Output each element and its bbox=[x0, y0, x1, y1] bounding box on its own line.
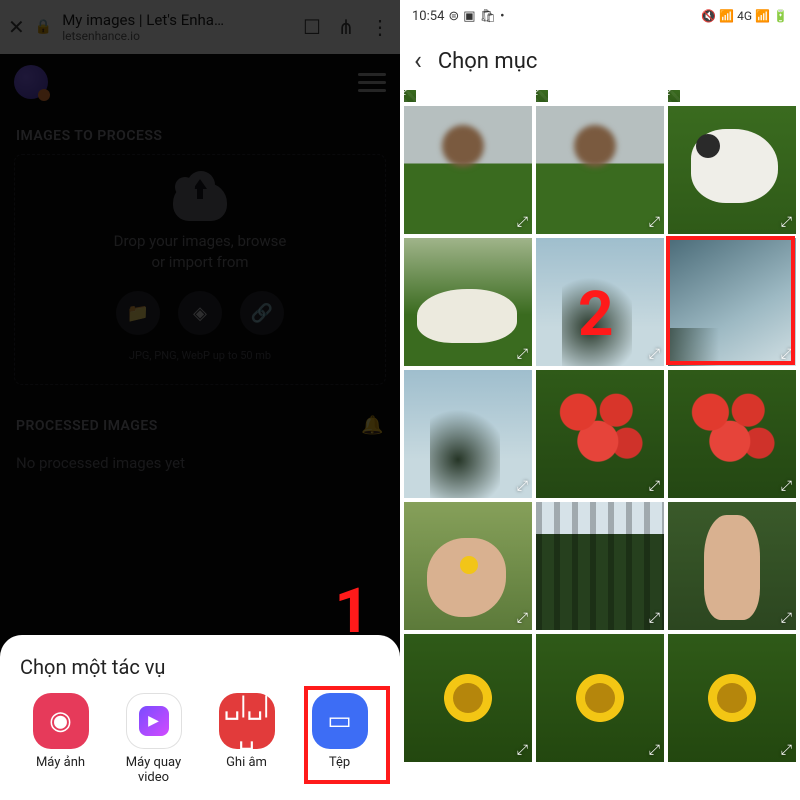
photo-thumb[interactable]: ⤢ bbox=[536, 106, 664, 234]
browser-url-bar: ✕ 🔒 My images | Let's Enha… letsenhance.… bbox=[0, 0, 400, 54]
kebab-menu-icon[interactable]: ⋮ bbox=[368, 15, 392, 39]
photo-thumb[interactable]: ⤢ bbox=[536, 502, 664, 630]
annotation-callout-2: 2 bbox=[578, 278, 614, 351]
picker-title: Chọn mục bbox=[438, 49, 538, 74]
photo-thumb[interactable]: ⤢ bbox=[404, 238, 532, 366]
expand-icon: ⤢ bbox=[404, 90, 412, 98]
expand-icon: ⤢ bbox=[668, 90, 676, 98]
task-chooser-sheet: Chọn một tác vụ ◉ Máy ảnh ▶ Máy quay vid… bbox=[0, 635, 400, 800]
dropzone[interactable]: Drop your images, browse or import from … bbox=[14, 154, 386, 385]
sheet-item-files[interactable]: ▭ Tệp bbox=[293, 693, 386, 786]
expand-icon: ⤢ bbox=[649, 742, 660, 758]
status-time: 10:54 bbox=[412, 9, 444, 24]
sheet-item-audio[interactable]: ␣|␣|␣ Ghi âm bbox=[200, 693, 293, 786]
bookmark-icon[interactable]: ☐ bbox=[300, 15, 324, 39]
section-processed-title: PROCESSED IMAGES bbox=[16, 418, 158, 434]
status-more-icon: • bbox=[500, 9, 504, 24]
expand-icon: ⤢ bbox=[649, 610, 660, 626]
signal-icon: 📶 bbox=[755, 9, 770, 23]
expand-icon: ⤢ bbox=[536, 90, 544, 98]
photo-thumb[interactable]: ⤢ bbox=[536, 90, 548, 102]
url-block[interactable]: My images | Let's Enha… letsenhance.io bbox=[62, 11, 290, 43]
photo-thumb[interactable]: ⤢ bbox=[668, 634, 796, 762]
bell-icon[interactable]: 🔔 bbox=[361, 415, 384, 436]
dropzone-hint: JPG, PNG, WebP up to 50 mb bbox=[25, 349, 375, 362]
right-screenshot: 10:54 ⊜ ▣ 🛍 • 🔇 📶 4G 📶 🔋 ‹ Chọn mục ⤢ ⤢ … bbox=[400, 0, 800, 800]
import-sources: 📁 ◈ 🔗 bbox=[25, 291, 375, 335]
expand-icon: ⤢ bbox=[517, 610, 528, 626]
photo-thumb[interactable]: ⤢ bbox=[668, 502, 796, 630]
photo-thumb[interactable]: ⤢ bbox=[536, 634, 664, 762]
back-icon[interactable]: ‹ bbox=[414, 46, 422, 76]
photo-thumb[interactable]: ⤢ bbox=[404, 370, 532, 498]
expand-icon: ⤢ bbox=[517, 742, 528, 758]
picker-header: ‹ Chọn mục bbox=[400, 32, 800, 90]
status-indicator-icon: 🛍 bbox=[480, 9, 497, 24]
photo-thumb[interactable]: ⤢ bbox=[668, 106, 796, 234]
photo-thumb[interactable]: ⤢ bbox=[404, 106, 532, 234]
expand-icon: ⤢ bbox=[649, 478, 660, 494]
photo-thumb[interactable]: ⤢ bbox=[536, 370, 664, 498]
photo-thumb-selected[interactable]: ⤢ bbox=[668, 238, 796, 366]
processed-empty-text: No processed images yet bbox=[0, 446, 400, 480]
photo-thumb[interactable]: ⤢ bbox=[668, 90, 680, 102]
expand-icon: ⤢ bbox=[781, 214, 792, 230]
sheet-item-label: Ghi âm bbox=[226, 755, 267, 771]
status-bar: 10:54 ⊜ ▣ 🛍 • 🔇 📶 4G 📶 🔋 bbox=[400, 0, 800, 32]
share-icon[interactable]: ⋔ bbox=[334, 15, 358, 39]
expand-icon: ⤢ bbox=[781, 610, 792, 626]
battery-icon: 🔋 bbox=[773, 9, 788, 23]
expand-icon: ⤢ bbox=[649, 214, 660, 230]
import-link-icon[interactable]: 🔗 bbox=[240, 291, 284, 335]
left-screenshot: ✕ 🔒 My images | Let's Enha… letsenhance.… bbox=[0, 0, 400, 800]
expand-icon: ⤢ bbox=[781, 478, 792, 494]
photo-grid: ⤢ ⤢ ⤢ ⤢ ⤢ ⤢ ⤢ ⤢ ⤢ ⤢ ⤢ ⤢ ⤢ ⤢ ⤢ ⤢ ⤢ ⤢ bbox=[400, 90, 800, 762]
sheet-item-label: Máy quay video bbox=[114, 755, 194, 786]
sheet-title: Chọn một tác vụ bbox=[14, 655, 386, 679]
network-label: 4G bbox=[737, 9, 752, 23]
expand-icon: ⤢ bbox=[517, 478, 528, 494]
photo-thumb[interactable]: ⤢ bbox=[404, 502, 532, 630]
status-indicator-icon: ⊜ bbox=[448, 9, 459, 24]
photo-thumb[interactable]: ⤢ bbox=[404, 634, 532, 762]
folder-icon: ▭ bbox=[312, 693, 368, 749]
cloud-upload-icon bbox=[173, 183, 227, 221]
import-drive-icon[interactable]: ◈ bbox=[178, 291, 222, 335]
photo-thumb[interactable]: ⤢ bbox=[668, 370, 796, 498]
expand-icon: ⤢ bbox=[517, 214, 528, 230]
expand-icon: ⤢ bbox=[781, 742, 792, 758]
mute-icon: 🔇 bbox=[701, 9, 716, 23]
expand-icon: ⤢ bbox=[649, 346, 660, 362]
sheet-item-label: Máy ảnh bbox=[36, 755, 85, 771]
import-folder-icon[interactable]: 📁 bbox=[116, 291, 160, 335]
status-indicator-icon: ▣ bbox=[463, 9, 475, 24]
sheet-item-label: Tệp bbox=[329, 755, 350, 771]
expand-icon: ⤢ bbox=[781, 346, 792, 362]
page-title: My images | Let's Enha… bbox=[62, 11, 290, 29]
annotation-callout-1: 1 bbox=[334, 575, 370, 648]
page-host: letsenhance.io bbox=[62, 29, 290, 43]
audio-waveform-icon: ␣|␣|␣ bbox=[219, 693, 275, 749]
sheet-item-camera[interactable]: ◉ Máy ảnh bbox=[14, 693, 107, 786]
section-processed-header: PROCESSED IMAGES 🔔 bbox=[0, 385, 400, 446]
video-camera-icon: ▶ bbox=[126, 693, 182, 749]
section-images-to-process: IMAGES TO PROCESS bbox=[0, 110, 400, 154]
dropzone-text: Drop your images, browse or import from bbox=[25, 231, 375, 273]
sheet-item-video[interactable]: ▶ Máy quay video bbox=[107, 693, 200, 786]
app-logo-icon[interactable] bbox=[14, 65, 48, 99]
photo-thumb[interactable]: ⤢ bbox=[404, 90, 416, 102]
lock-icon: 🔒 bbox=[35, 19, 52, 35]
camera-icon: ◉ bbox=[33, 693, 89, 749]
hamburger-menu-icon[interactable] bbox=[358, 73, 386, 92]
signal-icon: 📶 bbox=[719, 9, 734, 23]
app-topbar bbox=[0, 54, 400, 110]
close-tab-icon[interactable]: ✕ bbox=[8, 15, 25, 39]
expand-icon: ⤢ bbox=[517, 346, 528, 362]
